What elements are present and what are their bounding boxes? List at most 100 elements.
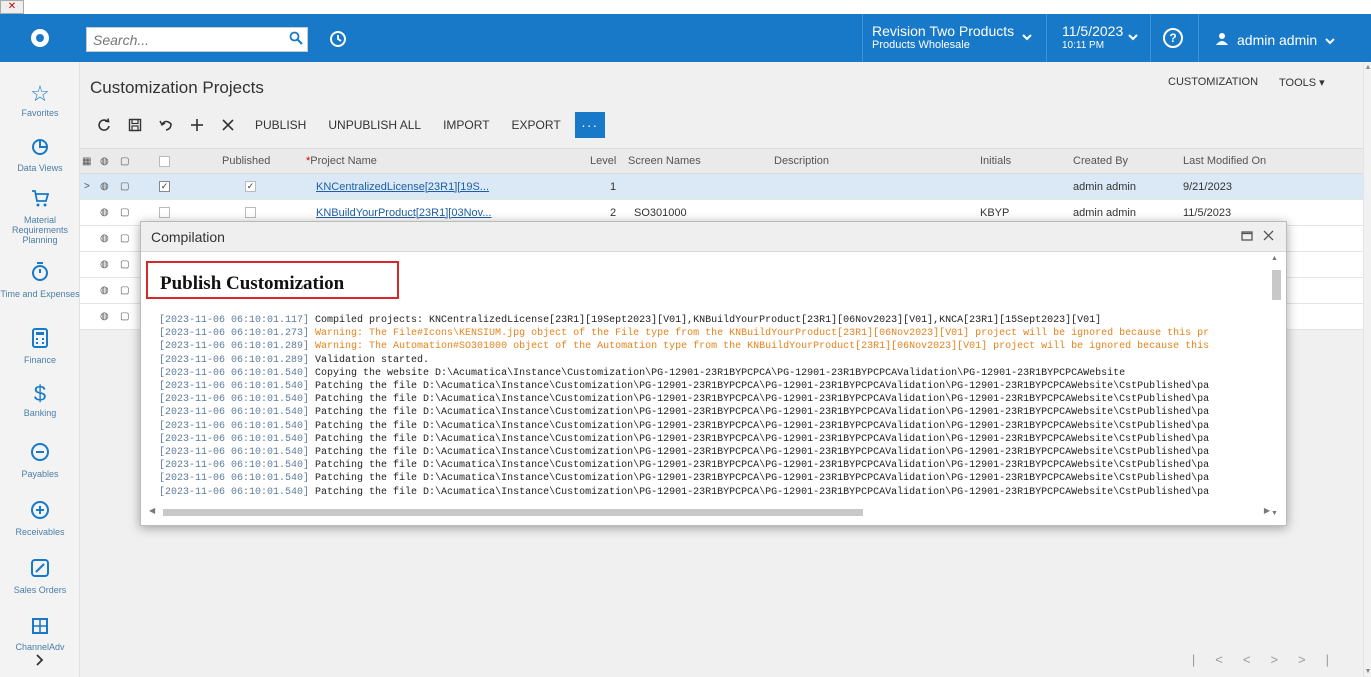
- topbar-divider: [1198, 14, 1199, 62]
- attachment-icon[interactable]: ◍: [100, 226, 112, 251]
- sidebar-item-finance[interactable]: Finance: [0, 328, 80, 365]
- search-box: [86, 27, 308, 52]
- attachment-icon[interactable]: ◍: [100, 278, 112, 303]
- log-timestamp: [2023-11-06 06:10:01.540]: [159, 381, 310, 393]
- last-page-icon[interactable]: >|: [1298, 652, 1349, 667]
- attachment-icon[interactable]: ◍: [100, 200, 112, 225]
- import-button[interactable]: IMPORT: [443, 112, 489, 138]
- col-last-modified[interactable]: Last Modified On: [1183, 149, 1303, 173]
- scroll-up-icon[interactable]: ▲: [1271, 255, 1278, 262]
- attachment-icon[interactable]: ◍: [100, 252, 112, 277]
- publish-button[interactable]: PUBLISH: [255, 112, 306, 138]
- note-icon[interactable]: ▢: [120, 278, 132, 303]
- col-project-name-label: Project Name: [310, 155, 377, 167]
- sidebar-item-label: Time and Expenses: [0, 289, 80, 299]
- undo-icon[interactable]: [152, 112, 179, 138]
- tools-menu[interactable]: TOOLS ▾: [1279, 76, 1325, 89]
- expand-sidebar-icon[interactable]: [0, 653, 80, 671]
- sidebar-item-time-expenses[interactable]: Time and Expenses: [0, 260, 80, 299]
- scroll-thumb[interactable]: [163, 509, 863, 516]
- business-date: 11/5/2023: [1062, 23, 1124, 39]
- scroll-up-icon[interactable]: ▲: [1364, 64, 1371, 71]
- log-vertical-scrollbar[interactable]: ▲ ▼: [1270, 252, 1282, 517]
- scroll-down-icon[interactable]: ▼: [1271, 510, 1278, 517]
- col-description[interactable]: Description: [774, 149, 874, 173]
- plus-circle-icon: [0, 500, 80, 525]
- select-all-checkbox[interactable]: [159, 149, 173, 173]
- log-line: [2023-11-06 06:10:01.273] Warning: The F…: [159, 327, 1269, 340]
- note-icon[interactable]: ▢: [120, 304, 132, 329]
- attachment-icon[interactable]: ◍: [100, 304, 112, 329]
- note-icon[interactable]: ▢: [120, 252, 132, 277]
- col-project-name[interactable]: * Project Name: [306, 149, 406, 173]
- project-name-link[interactable]: KNCentralizedLicense[23R1][19S...: [316, 174, 516, 199]
- refresh-icon[interactable]: [90, 112, 117, 138]
- note-icon[interactable]: ▢: [120, 200, 132, 225]
- sidebar-item-channeladv[interactable]: ChannelAdv: [0, 616, 80, 652]
- top-bar: Revision Two Products Products Wholesale…: [0, 14, 1371, 62]
- sidebar-item-payables[interactable]: Payables: [0, 442, 80, 479]
- grid-settings-icon[interactable]: ▦: [82, 149, 94, 173]
- col-screen-names[interactable]: Screen Names: [628, 149, 728, 173]
- search-input[interactable]: [87, 28, 285, 51]
- page-scrollbar[interactable]: ▲ ▼: [1363, 62, 1371, 677]
- initials-cell: [980, 174, 1040, 199]
- next-page-icon[interactable]: >: [1270, 652, 1298, 667]
- sidebar-item-sales-orders[interactable]: Sales Orders: [0, 558, 80, 595]
- log-text: Copying the website D:\Acumatica\Instanc…: [309, 367, 1126, 379]
- unpublish-all-button[interactable]: UNPUBLISH ALL: [328, 112, 421, 138]
- log-line: [2023-11-06 06:10:01.540] Patching the f…: [159, 459, 1269, 472]
- scroll-down-icon[interactable]: ▼: [1364, 668, 1371, 675]
- log-line: [2023-11-06 06:10:01.540] Patching the f…: [159, 406, 1269, 419]
- log-timestamp: [2023-11-06 06:10:01.540]: [159, 447, 310, 459]
- col-created-by[interactable]: Created By: [1073, 149, 1163, 173]
- help-icon[interactable]: ?: [1163, 28, 1183, 48]
- sidebar-item-banking[interactable]: $ Banking: [0, 382, 80, 419]
- first-page-icon[interactable]: |<: [1192, 652, 1243, 667]
- log-text: Patching the file D:\Acumatica\Instance\…: [309, 486, 1210, 498]
- log-timestamp: [2023-11-06 06:10:01.540]: [159, 486, 310, 498]
- search-icon[interactable]: [285, 31, 307, 48]
- pager: |<<>>|: [1192, 652, 1349, 667]
- more-actions-button[interactable]: ···: [574, 112, 605, 138]
- sidebar-item-receivables[interactable]: Receivables: [0, 500, 80, 537]
- log-line: [2023-11-06 06:10:01.540] Patching the f…: [159, 446, 1269, 459]
- chevron-down-icon: [1022, 30, 1032, 44]
- sidebar-item-label: Data Views: [17, 163, 63, 173]
- customization-menu[interactable]: CUSTOMIZATION: [1168, 76, 1258, 88]
- add-icon[interactable]: [183, 112, 210, 138]
- close-icon[interactable]: [1263, 228, 1274, 244]
- save-icon[interactable]: [121, 112, 148, 138]
- col-initials[interactable]: Initials: [980, 149, 1040, 173]
- col-level[interactable]: Level: [590, 149, 626, 173]
- published-checkbox[interactable]: ✓: [245, 174, 259, 199]
- tenant-switcher[interactable]: Revision Two Products Products Wholesale: [862, 20, 1040, 56]
- scroll-right-icon[interactable]: ▶: [1264, 506, 1270, 515]
- table-row[interactable]: > ◍ ▢ ✓ ✓ KNCentralizedLicense[23R1][19S…: [80, 174, 1363, 200]
- scroll-thumb[interactable]: [1272, 270, 1281, 300]
- row-select-checkbox[interactable]: ✓: [159, 174, 173, 199]
- minus-circle-icon: [0, 442, 80, 467]
- created-by-cell: admin admin: [1073, 180, 1136, 193]
- delete-icon[interactable]: [214, 112, 241, 138]
- business-date-selector[interactable]: 11/5/2023 10:11 PM: [1052, 20, 1146, 56]
- log-timestamp: [2023-11-06 06:10:01.540]: [159, 420, 310, 432]
- sidebar-item-mrp[interactable]: Material Requirements Planning: [0, 188, 80, 245]
- attachment-icon[interactable]: ◍: [100, 174, 112, 199]
- pencil-icon: [0, 558, 80, 583]
- scroll-left-icon[interactable]: ◀: [149, 506, 155, 515]
- acumatica-logo[interactable]: [0, 14, 80, 62]
- log-horizontal-scrollbar[interactable]: ◀ ▶: [147, 506, 1272, 518]
- sidebar-item-favorites[interactable]: ☆ Favorites: [0, 82, 80, 119]
- maximize-icon[interactable]: [1241, 228, 1253, 244]
- note-icon[interactable]: ▢: [120, 174, 132, 199]
- col-published[interactable]: Published: [222, 149, 312, 173]
- history-icon[interactable]: [325, 26, 351, 52]
- sidebar-item-data-views[interactable]: Data Views: [0, 136, 80, 173]
- note-icon[interactable]: ▢: [120, 226, 132, 251]
- prev-page-icon[interactable]: <: [1243, 652, 1271, 667]
- screen-names-cell: [620, 174, 720, 199]
- user-menu[interactable]: admin admin: [1215, 30, 1335, 50]
- log-line: [2023-11-06 06:10:01.540] Patching the f…: [159, 420, 1269, 433]
- export-button[interactable]: EXPORT: [512, 112, 561, 138]
